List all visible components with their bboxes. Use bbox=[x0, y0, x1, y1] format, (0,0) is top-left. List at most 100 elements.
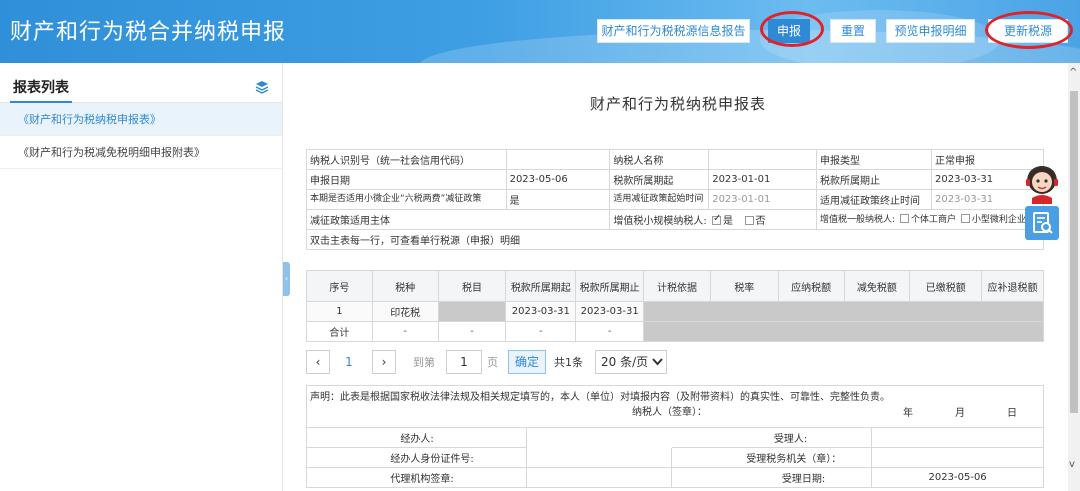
agent-id-label: 经办人身份证件号: bbox=[306, 447, 527, 468]
total-item: - bbox=[437, 321, 507, 342]
detail-hint: 双击主表每一行，可查看单行税源（申报）明细 bbox=[306, 229, 1044, 250]
decl-type-label: 申报类型 bbox=[816, 149, 932, 170]
reset-button[interactable]: 重置 bbox=[830, 19, 876, 43]
period-start-value: 2023-01-01 bbox=[708, 169, 818, 190]
small-taxpayer-no-checkbox[interactable] bbox=[744, 216, 754, 225]
declaration-cell: 声明：此表是根据国家税收法律法规及相关规定填写的，本人（单位）对填报内容（及附带… bbox=[306, 385, 1044, 428]
agent-id-value bbox=[525, 447, 673, 468]
month-label: 月 bbox=[955, 408, 965, 419]
assistant-avatar-icon[interactable] bbox=[1022, 160, 1062, 204]
total-tax: - bbox=[371, 321, 439, 342]
receiving-office-label: 受理税务机关（章）： bbox=[671, 447, 873, 468]
receive-date-label: 受理日期: bbox=[671, 467, 873, 488]
next-page-button[interactable]: › bbox=[372, 350, 396, 374]
individual-label: 个体工商户 bbox=[910, 214, 956, 225]
main-scrollbar[interactable]: ^ v bbox=[1068, 63, 1080, 491]
page-input[interactable]: 1 bbox=[446, 350, 482, 374]
taxpayer-name-value bbox=[708, 149, 818, 170]
col-header: 已缴税额 bbox=[909, 270, 983, 302]
sidebar-header: 报表列表 bbox=[0, 63, 282, 103]
row-start: 2023-03-31 bbox=[505, 301, 577, 322]
chevron-down-icon bbox=[652, 358, 663, 366]
col-header: 应纳税额 bbox=[777, 270, 845, 302]
small-micro-checkbox[interactable] bbox=[960, 213, 970, 223]
goto-label: 到第 bbox=[413, 356, 435, 369]
decl-date-label: 申报日期 bbox=[306, 169, 507, 190]
agent-value bbox=[525, 427, 673, 448]
taxpayer-info-table: 纳税人识别号（统一社会信用代码） 纳税人名称 申报类型 正常申报 申报日期 20… bbox=[305, 149, 1045, 250]
general-taxpayer-cell: 增值税一般纳税人: 个体工商户 小型微利企业 bbox=[816, 209, 1044, 230]
agent-label: 经办人: bbox=[306, 427, 527, 448]
scroll-up-arrow[interactable]: ^ bbox=[1069, 67, 1077, 78]
sidebar: 报表列表 《财产和行为税纳税申报表》 《财产和行为税减免税明细申报附表》 bbox=[0, 63, 283, 491]
col-header: 减免税额 bbox=[843, 270, 911, 302]
page-size-select[interactable]: 20 条/页 bbox=[595, 350, 667, 374]
receiver-value bbox=[871, 427, 1044, 448]
subject-label: 减征政策适用主体 bbox=[305, 209, 611, 230]
no-label: 否 bbox=[755, 216, 766, 227]
source-report-button[interactable]: 财产和行为税税源信息报告 bbox=[597, 19, 750, 43]
sidebar-item-relief-form[interactable]: 《财产和行为税减免税明细申报附表》 bbox=[0, 136, 282, 169]
total-amounts-redacted bbox=[643, 321, 1044, 342]
page-title: 财产和行为税合并纳税申报 bbox=[10, 20, 287, 45]
small-taxpayer-yes-checkbox[interactable] bbox=[711, 213, 721, 225]
receiving-office-value bbox=[871, 447, 1044, 468]
day-label: 日 bbox=[1007, 408, 1017, 419]
page-unit: 页 bbox=[487, 356, 498, 369]
confirm-page-button[interactable]: 确定 bbox=[508, 350, 546, 374]
tax-detail-table: 序号 税种 税目 税款所属期起 税款所属期止 计税依据 税率 应纳税额 减免税额… bbox=[306, 270, 1044, 342]
total-end: - bbox=[575, 321, 645, 342]
declaration-text: 声明：此表是根据国家税收法律法规及相关规定填写的，本人（单位）对填报内容（及附带… bbox=[310, 392, 890, 403]
col-header: 税目 bbox=[437, 270, 507, 302]
year-label: 年 bbox=[903, 408, 913, 419]
page-size-value: 20 条/页 bbox=[601, 355, 649, 369]
taxpayer-id-label: 纳税人识别号（统一社会信用代码） bbox=[306, 149, 507, 170]
agency-seal-label: 代理机构签章: bbox=[306, 467, 527, 488]
highlight-ring bbox=[760, 11, 824, 47]
agency-seal-value bbox=[525, 467, 673, 488]
declaration-table: 声明：此表是根据国家税收法律法规及相关规定填写的，本人（单位）对填报内容（及附带… bbox=[306, 385, 1044, 488]
form-panel: 财产和行为税纳税申报表 纳税人识别号（统一社会信用代码） 纳税人名称 申报类型 … bbox=[290, 63, 1068, 491]
row-item-redacted bbox=[437, 301, 507, 322]
taxpayer-id-value bbox=[505, 149, 611, 170]
help-search-button[interactable] bbox=[1025, 206, 1059, 240]
sidebar-collapse-toggle[interactable]: ‹ bbox=[283, 262, 290, 296]
receiver-label: 受理人: bbox=[671, 427, 873, 448]
policy-value: 是 bbox=[505, 189, 611, 210]
table-total-row: 合计 - - - - bbox=[306, 321, 1044, 342]
prev-page-button[interactable]: ‹ bbox=[306, 350, 330, 374]
small-taxpayer-cell: 增值税小规模纳税人: 是 否 bbox=[609, 209, 818, 230]
col-header: 税款所属期起 bbox=[505, 270, 577, 302]
row-no: 1 bbox=[306, 301, 373, 322]
form-title: 财产和行为税纳税申报表 bbox=[590, 95, 767, 113]
sidebar-title: 报表列表 bbox=[13, 80, 69, 96]
sidebar-item-main-form[interactable]: 《财产和行为税纳税申报表》 bbox=[0, 103, 282, 136]
col-header: 计税依据 bbox=[643, 270, 711, 302]
general-taxpayer-label: 增值税一般纳税人: bbox=[820, 214, 896, 225]
table-row[interactable]: 1 印花税 2023-03-31 2023-03-31 bbox=[306, 301, 1044, 322]
col-header: 税率 bbox=[709, 270, 779, 302]
col-header: 序号 bbox=[306, 270, 373, 302]
period-start-label: 税款所属期起 bbox=[609, 169, 710, 190]
taxpayer-name-label: 纳税人名称 bbox=[609, 149, 710, 170]
small-micro-label: 小型微利企业 bbox=[971, 214, 1026, 225]
col-header: 税款所属期止 bbox=[575, 270, 645, 302]
highlight-ring bbox=[985, 11, 1073, 49]
receive-date-value: 2023-05-06 bbox=[871, 467, 1044, 488]
period-end-label: 税款所属期止 bbox=[816, 169, 932, 190]
scrollbar-thumb[interactable] bbox=[1070, 91, 1078, 413]
row-tax: 印花税 bbox=[371, 301, 439, 322]
app-header: 财产和行为税合并纳税申报 财产和行为税税源信息报告 申报 重置 预览申报明细 更… bbox=[0, 0, 1080, 63]
scroll-down-arrow[interactable]: v bbox=[1069, 459, 1075, 470]
signature-label: 纳税人（签章）： bbox=[632, 407, 707, 418]
current-page[interactable]: 1 bbox=[334, 350, 364, 374]
row-end: 2023-03-31 bbox=[575, 301, 645, 322]
policy-start-label: 适用减征政策起始时间 bbox=[609, 189, 710, 210]
col-header: 应补退税额 bbox=[981, 270, 1044, 302]
preview-button[interactable]: 预览申报明细 bbox=[886, 19, 975, 43]
decl-date-value: 2023-05-06 bbox=[505, 169, 611, 190]
individual-checkbox[interactable] bbox=[899, 213, 909, 223]
layers-icon[interactable] bbox=[255, 80, 269, 94]
document-search-icon bbox=[1033, 212, 1053, 234]
policy-end-label: 适用减征政策终止时间 bbox=[816, 189, 932, 210]
